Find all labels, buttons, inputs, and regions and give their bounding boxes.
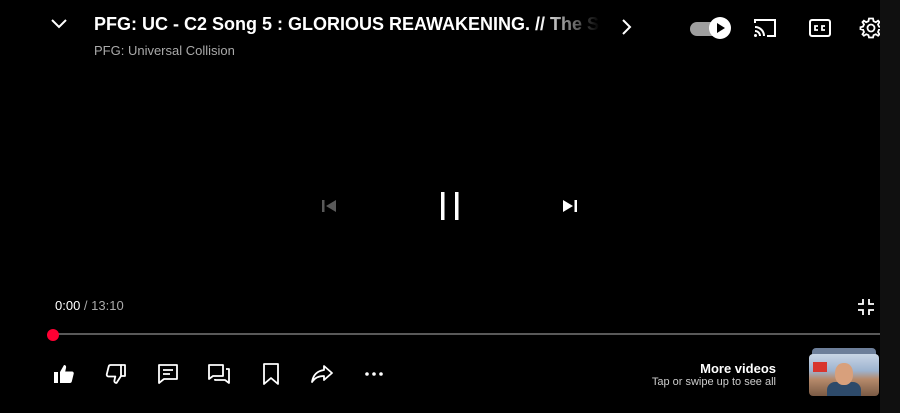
chevron-right-icon <box>622 19 632 35</box>
duration: 13:10 <box>91 298 124 313</box>
scrubber-handle[interactable] <box>47 329 59 341</box>
previous-icon <box>322 200 336 212</box>
bookmark-icon <box>263 363 279 385</box>
cc-icon <box>809 19 831 37</box>
more-videos-title[interactable]: More videos <box>700 361 776 376</box>
more-videos-thumbnail[interactable] <box>809 348 879 396</box>
progress-bar[interactable] <box>52 333 884 335</box>
pause-button[interactable] <box>434 188 466 224</box>
like-button[interactable] <box>52 362 76 386</box>
pause-icon <box>441 192 459 220</box>
time-separator: / <box>80 298 92 313</box>
more-icon <box>365 372 383 376</box>
more-videos-hint: Tap or swipe up to see all <box>651 376 776 388</box>
save-button[interactable] <box>259 362 283 386</box>
thumbnail-detail <box>813 362 827 372</box>
comments-button[interactable] <box>156 362 180 386</box>
autoplay-knob <box>709 17 731 39</box>
exit-fullscreen-button[interactable] <box>857 298 875 316</box>
live-chat-icon <box>208 364 230 384</box>
cast-button[interactable] <box>752 16 778 40</box>
time-display: 0:00 / 13:10 <box>55 298 124 313</box>
expand-title-button[interactable] <box>617 16 635 38</box>
thumbnail-detail <box>835 363 853 385</box>
captions-button[interactable] <box>808 17 832 39</box>
share-icon <box>311 365 333 383</box>
current-time: 0:00 <box>55 298 81 313</box>
next-icon <box>563 200 577 212</box>
like-icon <box>54 365 74 383</box>
channel-name[interactable]: PFG: Universal Collision <box>94 43 235 58</box>
play-icon <box>717 23 725 33</box>
dislike-button[interactable] <box>104 362 128 386</box>
dislike-icon <box>105 364 126 384</box>
previous-button[interactable] <box>318 195 340 217</box>
video-title[interactable]: PFG: UC - C2 Song 5 : GLORIOUS REAWAKENI… <box>94 14 600 40</box>
thumbnail-image <box>809 354 879 396</box>
cast-icon <box>754 19 776 37</box>
video-player[interactable]: PFG: UC - C2 Song 5 : GLORIOUS REAWAKENI… <box>0 0 884 413</box>
share-button[interactable] <box>310 362 334 386</box>
more-actions-button[interactable] <box>362 362 386 386</box>
collapse-button[interactable] <box>48 12 70 34</box>
chevron-down-icon <box>51 19 67 29</box>
comment-icon <box>158 364 178 384</box>
live-chat-button[interactable] <box>207 362 231 386</box>
autoplay-toggle[interactable] <box>690 16 732 40</box>
exit-fullscreen-icon <box>858 299 874 315</box>
right-edge <box>880 0 900 413</box>
next-button[interactable] <box>559 195 581 217</box>
